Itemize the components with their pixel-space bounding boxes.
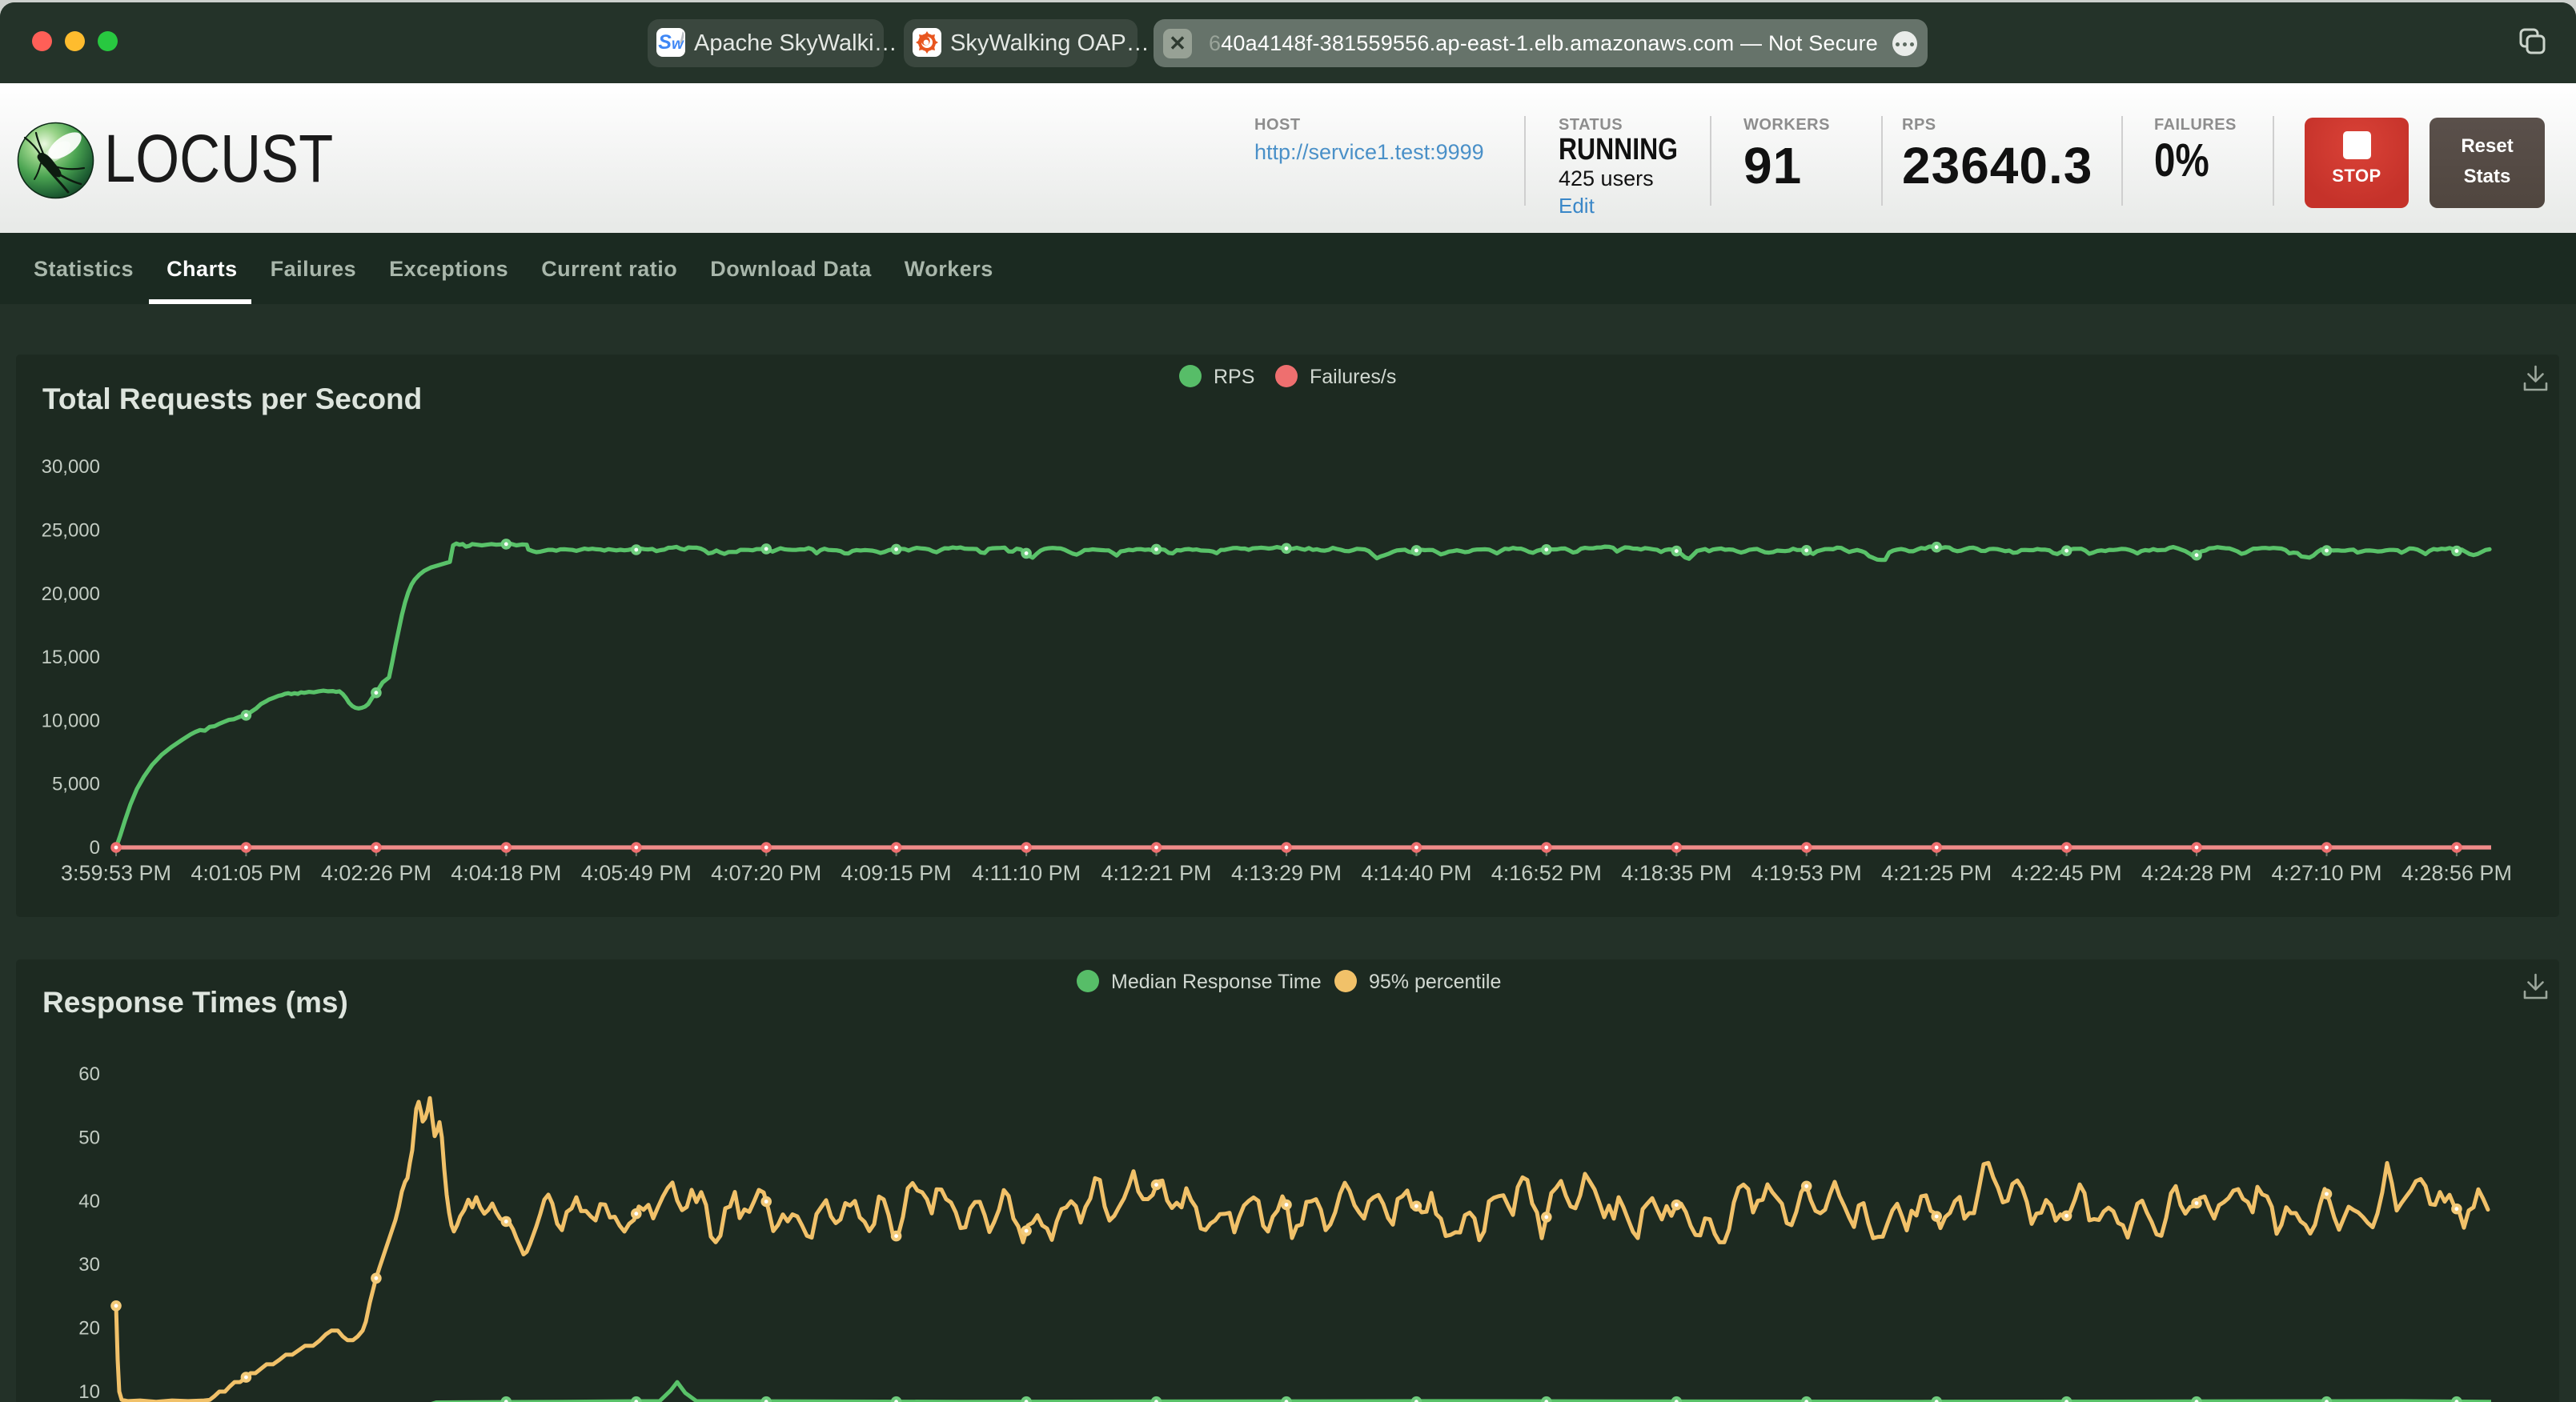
svg-text:4:01:05 PM: 4:01:05 PM [191,861,301,885]
svg-text:30,000: 30,000 [42,456,100,478]
svg-text:20,000: 20,000 [42,583,100,605]
svg-text:4:22:45 PM: 4:22:45 PM [2012,861,2122,885]
svg-text:4:11:10 PM: 4:11:10 PM [972,861,1081,885]
svg-text:4:19:53 PM: 4:19:53 PM [1751,861,1862,885]
svg-text:40: 40 [78,1191,100,1212]
svg-text:Median Response Time: Median Response Time [1111,971,1322,993]
svg-text:Response Times (ms): Response Times (ms) [42,986,348,1019]
svg-text:Total Requests per Second: Total Requests per Second [42,383,422,415]
svg-text:10,000: 10,000 [42,710,100,731]
svg-text:4:02:26 PM: 4:02:26 PM [321,861,431,885]
svg-text:0: 0 [90,837,100,859]
svg-text:4:09:15 PM: 4:09:15 PM [841,861,952,885]
svg-text:4:12:21 PM: 4:12:21 PM [1101,861,1211,885]
svg-text:RPS: RPS [1214,366,1254,388]
svg-text:4:27:10 PM: 4:27:10 PM [2271,861,2381,885]
svg-text:50: 50 [78,1127,100,1148]
svg-text:4:13:29 PM: 4:13:29 PM [1231,861,1342,885]
svg-text:Failures/s: Failures/s [1310,366,1396,388]
svg-text:4:05:49 PM: 4:05:49 PM [581,861,692,885]
svg-text:15,000: 15,000 [42,647,100,668]
svg-text:4:24:28 PM: 4:24:28 PM [2141,861,2252,885]
svg-text:3:59:53 PM: 3:59:53 PM [61,861,171,885]
svg-text:20: 20 [78,1318,100,1340]
svg-text:60: 60 [78,1064,100,1085]
svg-text:4:18:35 PM: 4:18:35 PM [1621,861,1731,885]
svg-text:95% percentile: 95% percentile [1369,971,1501,993]
svg-text:4:21:25 PM: 4:21:25 PM [1881,861,1992,885]
svg-text:10: 10 [78,1381,100,1402]
svg-text:30: 30 [78,1254,100,1276]
svg-text:5,000: 5,000 [52,774,100,795]
svg-text:4:28:56 PM: 4:28:56 PM [2401,861,2512,885]
svg-text:4:04:18 PM: 4:04:18 PM [451,861,561,885]
svg-text:4:14:40 PM: 4:14:40 PM [1361,861,1471,885]
svg-text:4:16:52 PM: 4:16:52 PM [1491,861,1602,885]
svg-text:25,000: 25,000 [42,520,100,542]
svg-text:4:07:20 PM: 4:07:20 PM [711,861,821,885]
